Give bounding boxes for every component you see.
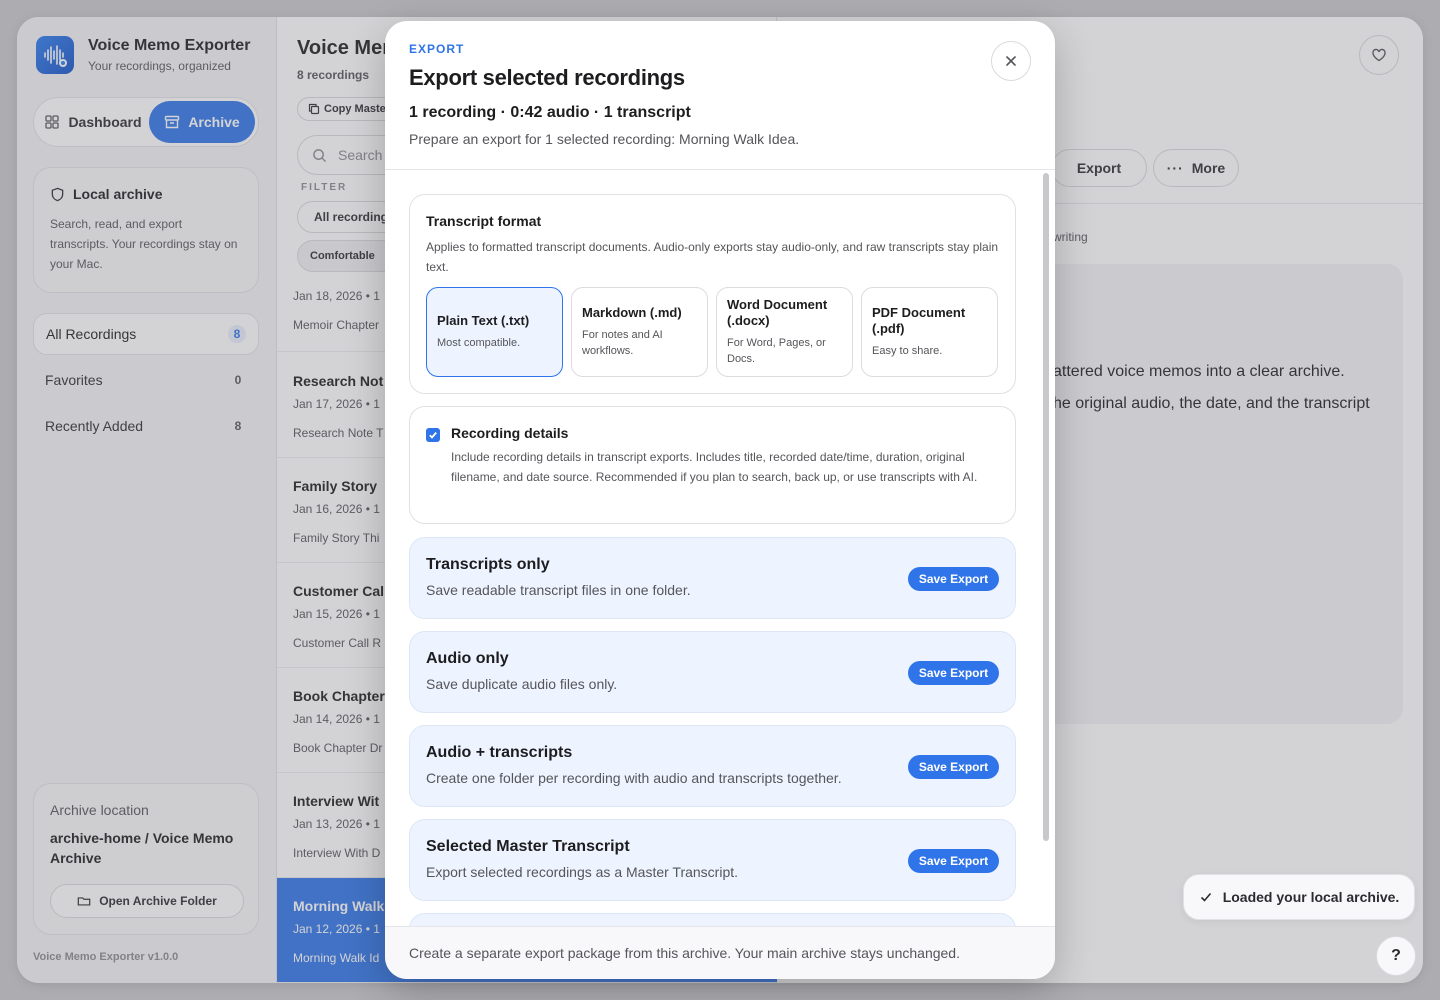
help-button[interactable]: ? [1376, 936, 1416, 976]
export-summary: 1 recording · 0:42 audio · 1 transcript [409, 104, 691, 121]
checkmark-icon [429, 432, 437, 439]
export-option-audio-transcripts: Audio + transcripts Create one folder pe… [409, 725, 1016, 807]
format-name: PDF Document (.pdf) [872, 305, 966, 336]
save-export-button[interactable]: Save Export [908, 849, 999, 873]
save-export-button[interactable]: Save Export [908, 755, 999, 779]
format-desc: Easy to share. [872, 345, 943, 357]
recording-details-card[interactable]: Recording details Include recording deta… [409, 406, 1016, 524]
checkmark-icon [1200, 892, 1211, 902]
format-name: Markdown (.md) [582, 305, 682, 320]
export-option-transcripts-only: Transcripts only Save readable transcrip… [409, 537, 1016, 619]
export-option-audio-only: Audio only Save duplicate audio files on… [409, 631, 1016, 713]
dialog-eyebrow: EXPORT [409, 42, 465, 56]
recording-details-desc: Include recording details in transcript … [451, 450, 978, 484]
format-option-txt[interactable]: Plain Text (.txt) Most compatible. [426, 287, 563, 377]
format-options: Plain Text (.txt) Most compatible. Markd… [426, 287, 998, 377]
scrollbar[interactable] [1043, 173, 1049, 841]
status-toast: Loaded your local archive. [1183, 874, 1415, 920]
transcript-format-desc: Applies to formatted transcript document… [426, 240, 999, 274]
transcript-format-title: Transcript format [426, 213, 542, 229]
toast-text: Loaded your local archive. [1222, 889, 1400, 905]
format-option-docx[interactable]: Word Document (.docx) For Word, Pages, o… [716, 287, 853, 377]
format-name: Plain Text (.txt) [437, 313, 530, 328]
format-option-md[interactable]: Markdown (.md) For notes and AI workflow… [571, 287, 708, 377]
format-option-pdf[interactable]: PDF Document (.pdf) Easy to share. [861, 287, 998, 377]
export-option-master-transcript: Selected Master Transcript Export select… [409, 819, 1016, 901]
export-option-partial [409, 913, 1016, 926]
recording-details-checkbox[interactable] [426, 428, 440, 442]
format-desc: For notes and AI workflows. [582, 329, 663, 357]
close-icon [1006, 56, 1016, 66]
dialog-footer: Create a separate export package from th… [385, 926, 1055, 979]
save-export-button[interactable]: Save Export [908, 567, 999, 591]
export-description: Prepare an export for 1 selected recordi… [409, 131, 800, 147]
format-name: Word Document (.docx) [727, 297, 828, 328]
format-desc: For Word, Pages, or Docs. [727, 337, 826, 365]
dialog-title: Export selected recordings [409, 65, 685, 90]
close-button[interactable] [991, 41, 1031, 81]
export-dialog: EXPORT Export selected recordings 1 reco… [385, 21, 1055, 979]
transcript-format-card: Transcript format Applies to formatted t… [409, 194, 1016, 394]
recording-details-title: Recording details [451, 425, 569, 441]
format-desc: Most compatible. [437, 337, 521, 349]
save-export-button[interactable]: Save Export [908, 661, 999, 685]
dialog-scroll-area[interactable]: Transcript format Applies to formatted t… [385, 170, 1055, 926]
